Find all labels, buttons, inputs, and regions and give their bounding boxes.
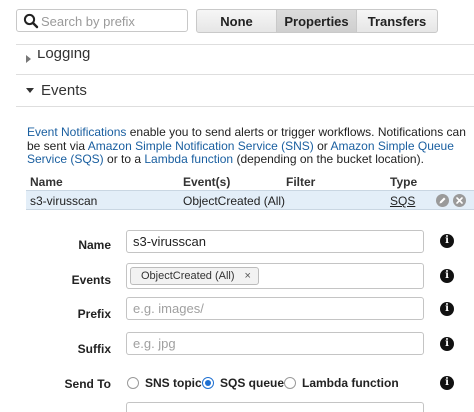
tab-transfers[interactable]: Transfers [357, 10, 437, 32]
event-notifications-link[interactable]: Event Notifications [27, 125, 126, 139]
description-text: (depending on the bucket location). [233, 152, 424, 166]
send-to-label: Send To [64, 377, 111, 391]
search-box[interactable] [16, 9, 188, 32]
info-icon[interactable]: i [440, 234, 454, 248]
properties-tab-bar: None Properties Transfers [196, 9, 438, 33]
radio-sqs-queue[interactable]: SQS queue [202, 376, 284, 390]
radio-button[interactable] [284, 377, 296, 389]
sns-link[interactable]: Amazon Simple Notification Service (SNS) [88, 139, 314, 153]
search-icon [23, 13, 39, 29]
table-row[interactable]: s3-virusscan ObjectCreated (All) SQS [26, 190, 474, 210]
description-text: or to a [103, 152, 145, 166]
info-icon[interactable]: i [440, 302, 454, 316]
lambda-link[interactable]: Lambda function [144, 152, 233, 166]
logging-section-header[interactable]: Logging [26, 50, 90, 66]
suffix-label: Suffix [77, 342, 111, 356]
divider [16, 44, 474, 45]
radio-label: SQS queue [220, 376, 285, 390]
remove-chip-icon[interactable]: × [245, 270, 251, 282]
radio-button-selected[interactable] [202, 377, 214, 389]
sqs-queue-field[interactable] [126, 402, 424, 412]
event-chip: ObjectCreated (All) × [130, 267, 259, 285]
info-icon[interactable]: i [440, 376, 454, 390]
caret-down-icon [26, 87, 34, 93]
description-text: or [313, 138, 331, 153]
suffix-field[interactable] [126, 332, 424, 355]
logging-section-label: Logging [37, 50, 91, 62]
caret-right-icon [26, 55, 31, 63]
notifications-table-header: Name Event(s) Filter Type [26, 173, 472, 190]
radio-lambda-function[interactable]: Lambda function [284, 376, 399, 390]
row-name: s3-virusscan [30, 194, 98, 208]
name-field[interactable] [126, 230, 424, 253]
prefix-field[interactable] [126, 297, 424, 320]
tab-properties[interactable]: Properties [277, 10, 357, 32]
search-input[interactable] [39, 11, 188, 32]
radio-label: Lambda function [302, 376, 399, 390]
divider [16, 106, 474, 107]
column-header-name: Name [30, 175, 63, 189]
column-header-type: Type [390, 175, 418, 189]
pencil-icon[interactable] [436, 194, 449, 207]
name-label: Name [78, 238, 111, 252]
radio-button[interactable] [127, 377, 139, 389]
close-icon[interactable] [453, 194, 466, 207]
row-type: SQS [390, 194, 416, 208]
divider [16, 74, 474, 75]
events-section-label: Events [41, 81, 87, 99]
info-icon[interactable]: i [440, 269, 454, 283]
tab-none[interactable]: None [197, 10, 277, 32]
events-multiselect[interactable]: ObjectCreated (All) × [126, 263, 424, 289]
radio-label: SNS topic [145, 376, 202, 390]
prefix-label: Prefix [77, 307, 111, 321]
event-chip-label: ObjectCreated (All) [141, 270, 235, 282]
radio-sns-topic[interactable]: SNS topic [127, 376, 202, 390]
events-label: Events [71, 273, 111, 287]
events-section-header[interactable]: Events [26, 81, 87, 99]
info-icon[interactable]: i [440, 337, 454, 351]
row-events: ObjectCreated (All) [183, 194, 286, 208]
column-header-events: Event(s) [183, 175, 231, 189]
events-description: Event Notifications enable you to send a… [27, 125, 472, 167]
column-header-filter: Filter [286, 175, 316, 189]
